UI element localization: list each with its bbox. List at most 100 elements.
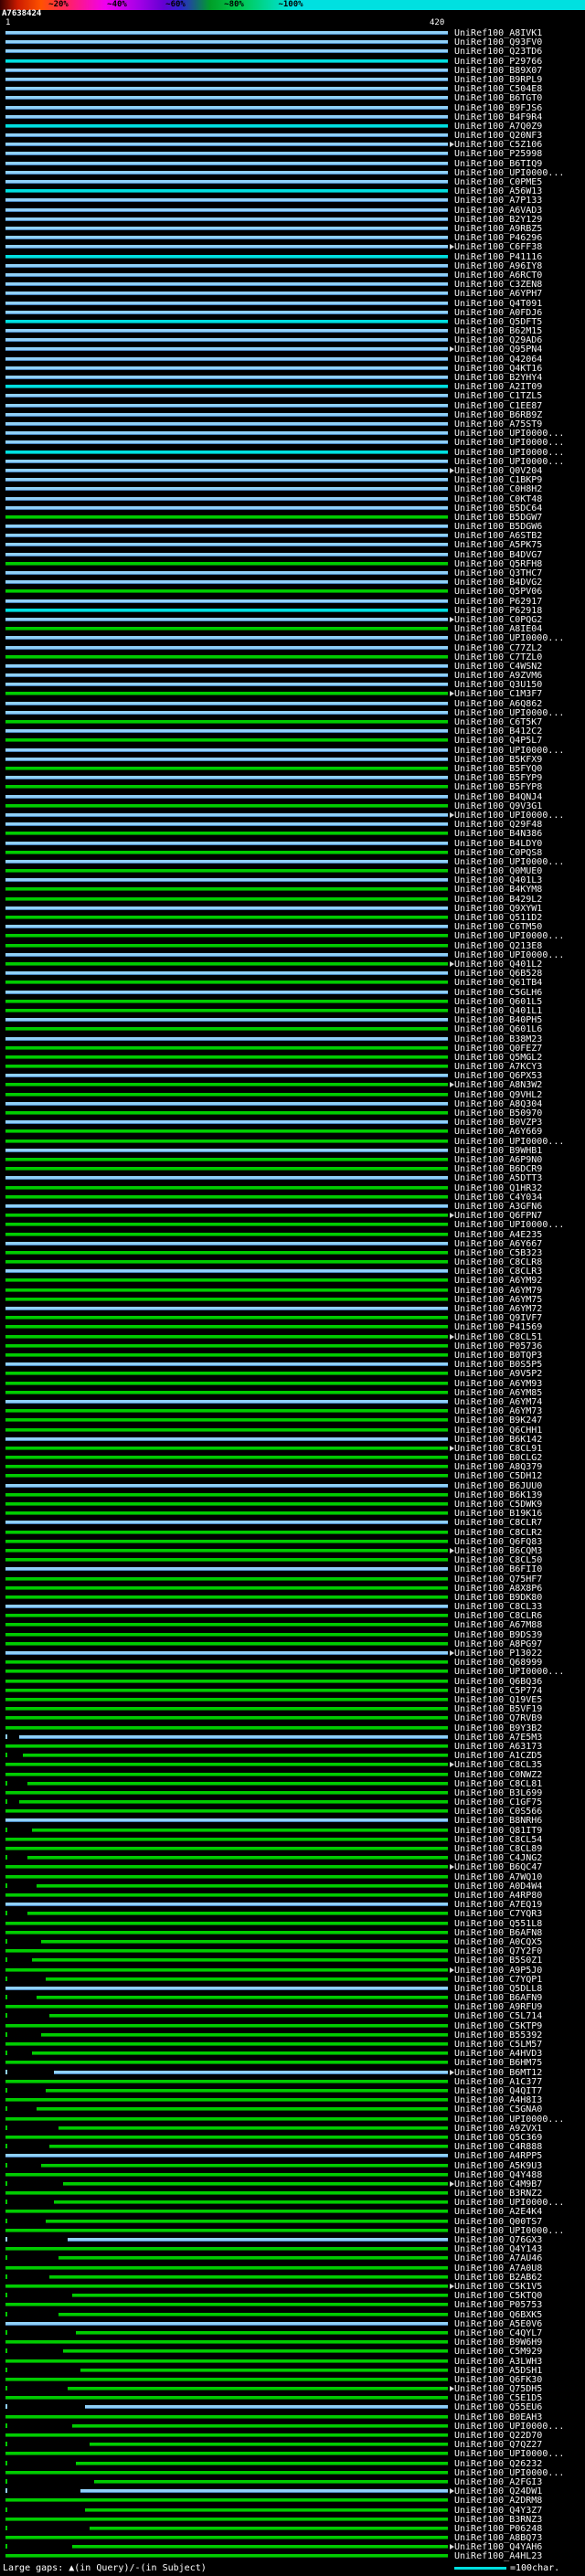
- hit-label[interactable]: UniRef100_B5FYP8: [454, 783, 542, 792]
- hit-label[interactable]: UniRef100_Q5RFH8: [454, 559, 542, 568]
- hit-label[interactable]: UniRef100_UPI0000...: [454, 2468, 564, 2477]
- alignment-bar[interactable]: [5, 1456, 448, 1460]
- hit-label[interactable]: UniRef100_Q42064: [454, 355, 542, 364]
- hit-label[interactable]: UniRef100_C77ZL2: [454, 643, 542, 652]
- alignment-bar[interactable]: [5, 366, 448, 370]
- hit-label[interactable]: UniRef100_C4JNG2: [454, 1854, 542, 1863]
- hit-label[interactable]: UniRef100_B9WHB1: [454, 1146, 542, 1155]
- hit-label[interactable]: UniRef100_A5K9U3: [454, 2161, 542, 2170]
- alignment-bar[interactable]: [5, 1707, 448, 1712]
- hit-label[interactable]: UniRef100_C1GF75: [454, 1798, 542, 1807]
- hit-label[interactable]: UniRef100_A4HVD3: [454, 2050, 542, 2059]
- alignment-bar[interactable]: [5, 319, 448, 323]
- hit-label[interactable]: UniRef100_B6K139: [454, 1490, 542, 1500]
- alignment-bar[interactable]: [5, 1548, 448, 1553]
- alignment-bar[interactable]: [5, 878, 448, 883]
- hit-label[interactable]: UniRef100_UPI0000...: [454, 1221, 564, 1230]
- alignment-bar[interactable]: [5, 1008, 448, 1012]
- hit-label[interactable]: UniRef100_Q24DW1: [454, 2487, 542, 2496]
- alignment-bar[interactable]: [5, 1036, 448, 1041]
- hit-label[interactable]: UniRef100_A96IY8: [454, 261, 542, 270]
- hit-label[interactable]: UniRef100_A6YM74: [454, 1397, 542, 1406]
- hit-label[interactable]: UniRef100_P62917: [454, 597, 542, 606]
- hit-label[interactable]: UniRef100_Q00TS7: [454, 2217, 542, 2226]
- alignment-bar[interactable]: [5, 999, 448, 1003]
- alignment-bar[interactable]: [5, 906, 448, 910]
- hit-label[interactable]: UniRef100_Q511D2: [454, 914, 542, 923]
- hit-label[interactable]: UniRef100_A8IE04: [454, 625, 542, 634]
- hit-label[interactable]: UniRef100_B5DGW7: [454, 513, 542, 522]
- hit-label[interactable]: UniRef100_A6YM75: [454, 1295, 542, 1304]
- alignment-bar[interactable]: [5, 1390, 448, 1394]
- alignment-bar[interactable]: [5, 1260, 448, 1265]
- alignment-bar[interactable]: [5, 2396, 448, 2401]
- hit-label[interactable]: UniRef100_Q601L5: [454, 997, 542, 1006]
- alignment-bar[interactable]: [5, 1139, 448, 1143]
- alignment-bar[interactable]: [5, 1278, 448, 1283]
- hit-label[interactable]: UniRef100_B0VZP3: [454, 1118, 542, 1128]
- alignment-bar[interactable]: [5, 2061, 448, 2065]
- hit-label[interactable]: UniRef100_P13022: [454, 1649, 542, 1659]
- alignment-bar[interactable]: [5, 1214, 448, 1218]
- alignment-bar[interactable]: [5, 2433, 448, 2438]
- alignment-bar[interactable]: [5, 2135, 448, 2139]
- alignment-bar[interactable]: [32, 1828, 448, 1832]
- hit-label[interactable]: UniRef100_Q9IVF7: [454, 1314, 542, 1323]
- hit-label[interactable]: UniRef100_B9DS39: [454, 1630, 542, 1639]
- hit-label[interactable]: UniRef100_UPI0000...: [454, 168, 564, 177]
- alignment-bar[interactable]: [5, 1921, 448, 1925]
- alignment-bar[interactable]: [5, 496, 448, 501]
- hit-label[interactable]: UniRef100_Q5PV06: [454, 588, 542, 597]
- hit-label[interactable]: UniRef100_C6FF38: [454, 243, 542, 252]
- hit-label[interactable]: UniRef100_C5DWK9: [454, 1500, 542, 1510]
- alignment-bar[interactable]: [5, 571, 448, 576]
- alignment-bar[interactable]: [5, 1474, 448, 1479]
- hit-label[interactable]: UniRef100_C8CL33: [454, 1603, 542, 1612]
- alignment-bar[interactable]: [5, 2498, 448, 2503]
- hit-label[interactable]: UniRef100_A8Q379: [454, 1463, 542, 1472]
- alignment-bar[interactable]: [40, 1939, 448, 1944]
- alignment-bar[interactable]: [85, 2405, 448, 2410]
- hit-label[interactable]: UniRef100_C0S566: [454, 1807, 542, 1817]
- hit-label[interactable]: UniRef100_Q19VE5: [454, 1696, 542, 1705]
- alignment-bar[interactable]: [5, 1874, 448, 1879]
- alignment-bar[interactable]: [5, 329, 448, 334]
- alignment-bar[interactable]: [5, 1511, 448, 1516]
- hit-label[interactable]: UniRef100_C8CLR3: [454, 1267, 542, 1277]
- hit-label[interactable]: UniRef100_A56W13: [454, 187, 542, 196]
- hit-label[interactable]: UniRef100_C7TZL0: [454, 652, 542, 662]
- hit-label[interactable]: UniRef100_C1EE87: [454, 401, 542, 410]
- hit-label[interactable]: UniRef100_B9FJS6: [454, 103, 542, 112]
- alignment-bar[interactable]: [49, 2274, 448, 2279]
- alignment-bar[interactable]: [54, 2200, 448, 2205]
- hit-label[interactable]: UniRef100_A5DTT3: [454, 1174, 542, 1183]
- alignment-bar[interactable]: [5, 226, 448, 230]
- hit-label[interactable]: UniRef100_A2IT09: [454, 383, 542, 392]
- alignment-bar[interactable]: [5, 301, 448, 305]
- alignment-bar[interactable]: [49, 2014, 448, 2019]
- alignment-bar[interactable]: [5, 673, 448, 678]
- hit-label[interactable]: UniRef100_A8PG97: [454, 1639, 542, 1648]
- hit-label[interactable]: UniRef100_C6TM50: [454, 923, 542, 932]
- hit-label[interactable]: UniRef100_Q7RVB9: [454, 1714, 542, 1723]
- hit-label[interactable]: UniRef100_C5Z106: [454, 141, 542, 150]
- alignment-bar[interactable]: [5, 1148, 448, 1152]
- alignment-bar[interactable]: [5, 478, 448, 482]
- alignment-bar[interactable]: [45, 2088, 448, 2093]
- hit-label[interactable]: UniRef100_Q4YAH6: [454, 2543, 542, 2552]
- alignment-bar[interactable]: [5, 1120, 448, 1125]
- hit-label[interactable]: UniRef100_A6Q862: [454, 699, 542, 708]
- hit-label[interactable]: UniRef100_C5KTP9: [454, 2021, 542, 2030]
- alignment-bar[interactable]: [5, 421, 448, 426]
- alignment-bar[interactable]: [5, 1223, 448, 1227]
- alignment-bar[interactable]: [5, 1101, 448, 1106]
- hit-label[interactable]: UniRef100_C0NWZ2: [454, 1770, 542, 1779]
- hit-label[interactable]: UniRef100_Q6PX53: [454, 1072, 542, 1081]
- hit-label[interactable]: UniRef100_C5K1V5: [454, 2282, 542, 2291]
- hit-label[interactable]: UniRef100_B4N386: [454, 830, 542, 839]
- hit-label[interactable]: UniRef100_Q22D70: [454, 2432, 542, 2441]
- hit-label[interactable]: UniRef100_C8CL54: [454, 1835, 542, 1844]
- alignment-bar[interactable]: [5, 1893, 448, 1897]
- hit-label[interactable]: UniRef100_B6JUU0: [454, 1481, 542, 1490]
- alignment-bar[interactable]: [5, 589, 448, 594]
